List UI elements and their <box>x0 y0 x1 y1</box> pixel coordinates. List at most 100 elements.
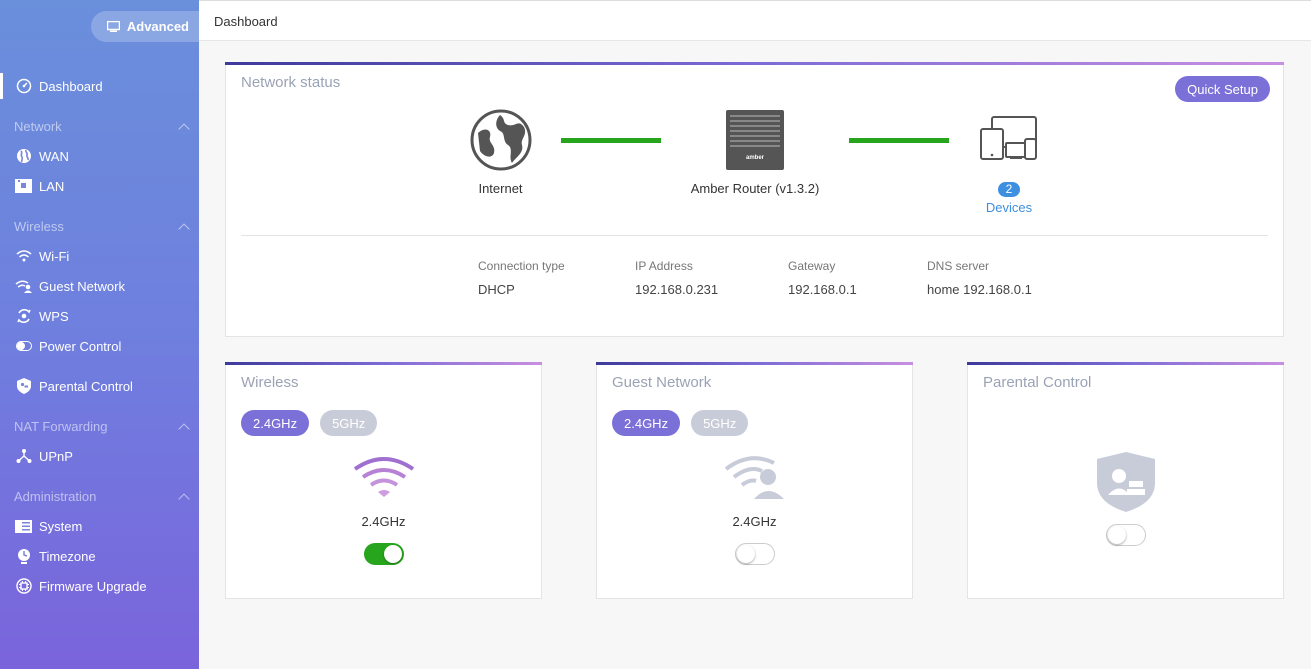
sidebar-item-wan[interactable]: WAN <box>0 143 199 169</box>
router-node[interactable]: amber Amber Router (v1.3.2) <box>685 109 825 196</box>
globe-icon <box>470 109 532 174</box>
devices-link[interactable]: Devices <box>969 200 1049 215</box>
wifi-icon <box>15 248 32 265</box>
internet-label: Internet <box>478 181 523 196</box>
devices-node[interactable]: 2 Devices <box>969 115 1049 215</box>
sidebar-item-label: Firmware Upgrade <box>39 578 147 594</box>
toggle-icon <box>15 338 32 355</box>
sidebar-item-label: Dashboard <box>39 78 103 94</box>
sidebar-item-wps[interactable]: WPS <box>0 303 199 329</box>
card-title: Guest Network <box>612 374 712 391</box>
sidebar-group-label: Administration <box>14 489 97 504</box>
sidebar-group-label: Wireless <box>14 219 64 234</box>
guest-wifi-icon <box>15 278 32 295</box>
router-brand-text: amber <box>746 155 765 161</box>
router-icon: amber <box>725 109 785 174</box>
guest-network-toggle[interactable] <box>735 543 775 565</box>
info-value: DHCP <box>478 282 515 297</box>
breadcrumb: Dashboard <box>214 14 278 29</box>
info-label: DNS server <box>927 259 990 273</box>
sidebar-group-label: NAT Forwarding <box>14 419 108 434</box>
info-gateway: Gateway 192.168.0.1 <box>788 259 857 297</box>
info-dns-server: DNS server home 192.168.0.1 <box>927 259 1032 297</box>
toggle-knob <box>737 545 755 563</box>
divider <box>241 235 1268 236</box>
top-bar: Dashboard <box>199 0 1311 41</box>
devices-link-line <box>849 138 949 143</box>
wireless-card: Wireless 2.4GHz 5GHz 2.4GHz <box>225 362 542 599</box>
card-title: Parental Control <box>983 374 1092 391</box>
sidebar-group-wireless[interactable]: Wireless <box>14 219 190 235</box>
advanced-mode-label: Advanced <box>126 19 189 34</box>
globe-icon <box>15 148 32 165</box>
sidebar-item-dashboard[interactable]: Dashboard <box>0 73 199 99</box>
sidebar-item-upnp[interactable]: UPnP <box>0 443 199 469</box>
wireless-toggle[interactable] <box>364 543 404 565</box>
shield-icon <box>15 378 32 395</box>
chevron-up-icon <box>178 492 190 505</box>
clock-globe-icon <box>15 548 32 565</box>
sidebar-item-label: System <box>39 518 83 534</box>
band-label: 2.4GHz <box>732 514 777 529</box>
network-status-card: Network status Quick Setup Internet ambe… <box>225 62 1284 337</box>
guest-network-card: Guest Network 2.4GHz 5GHz 2.4GHz <box>596 362 913 599</box>
sidebar-group-administration[interactable]: Administration <box>14 489 190 505</box>
sidebar-group-label: Network <box>14 119 62 134</box>
sidebar-item-wifi[interactable]: Wi-Fi <box>0 243 199 269</box>
wps-icon <box>15 308 32 325</box>
guest-wifi-icon <box>724 455 786 506</box>
sidebar-item-power-control[interactable]: Power Control <box>0 333 199 359</box>
toggle-knob <box>1108 526 1126 544</box>
parental-control-toggle[interactable] <box>1106 524 1146 546</box>
sidebar-item-label: Parental Control <box>39 378 133 394</box>
info-label: Connection type <box>478 259 565 273</box>
firmware-chip-icon <box>15 578 32 595</box>
gauge-icon <box>15 78 32 95</box>
sidebar-item-label: WAN <box>39 148 69 164</box>
shield-icon <box>1096 451 1156 518</box>
network-tree-icon <box>15 448 32 465</box>
sidebar-item-label: WPS <box>39 308 69 324</box>
band-5ghz-tab[interactable]: 5GHz <box>320 410 378 436</box>
toggle-knob <box>384 545 402 563</box>
devices-icon <box>980 115 1038 166</box>
sidebar-item-firmware-upgrade[interactable]: Firmware Upgrade <box>0 573 199 599</box>
band-24ghz-tab[interactable]: 2.4GHz <box>612 410 681 436</box>
lan-port-icon <box>15 178 32 195</box>
info-value: home 192.168.0.1 <box>927 282 1032 297</box>
parental-control-card: Parental Control <box>967 362 1284 599</box>
monitor-icon <box>106 21 120 32</box>
info-value: 192.168.0.1 <box>788 282 857 297</box>
internet-link-line <box>561 138 661 143</box>
band-5ghz-tab[interactable]: 5GHz <box>691 410 749 436</box>
sidebar-group-nat-forwarding[interactable]: NAT Forwarding <box>14 419 190 435</box>
sidebar-item-label: Wi-Fi <box>39 248 70 264</box>
wifi-icon <box>353 455 415 504</box>
sidebar-item-parental-control[interactable]: Parental Control <box>0 373 199 399</box>
info-label: Gateway <box>788 259 836 273</box>
chevron-up-icon <box>178 422 190 435</box>
sidebar-group-network[interactable]: Network <box>14 119 190 135</box>
internet-node[interactable]: Internet <box>458 109 543 196</box>
sidebar-item-label: LAN <box>39 178 65 194</box>
sidebar-item-system[interactable]: System <box>0 513 199 539</box>
chevron-up-icon <box>178 222 190 235</box>
sidebar-item-label: Guest Network <box>39 278 125 294</box>
card-title: Network status <box>241 74 341 91</box>
info-connection-type: Connection type DHCP <box>478 259 565 297</box>
sidebar-item-guest-network[interactable]: Guest Network <box>0 273 199 299</box>
quick-setup-button[interactable]: Quick Setup <box>1175 76 1270 102</box>
info-ip-address: IP Address 192.168.0.231 <box>635 259 718 297</box>
sidebar: Advanced Dashboard Network WAN LAN Wirel… <box>0 0 199 669</box>
sidebar-item-lan[interactable]: LAN <box>0 173 199 199</box>
device-count-badge: 2 <box>997 182 1021 197</box>
band-24ghz-tab[interactable]: 2.4GHz <box>241 410 310 436</box>
info-value: 192.168.0.231 <box>635 282 719 297</box>
sidebar-item-timezone[interactable]: Timezone <box>0 543 199 569</box>
band-label: 2.4GHz <box>361 514 406 529</box>
info-label: IP Address <box>635 259 693 273</box>
router-label: Amber Router (v1.3.2) <box>690 181 820 196</box>
chevron-up-icon <box>178 122 190 135</box>
sidebar-item-label: Power Control <box>39 338 122 354</box>
advanced-mode-button[interactable]: Advanced <box>91 11 199 42</box>
